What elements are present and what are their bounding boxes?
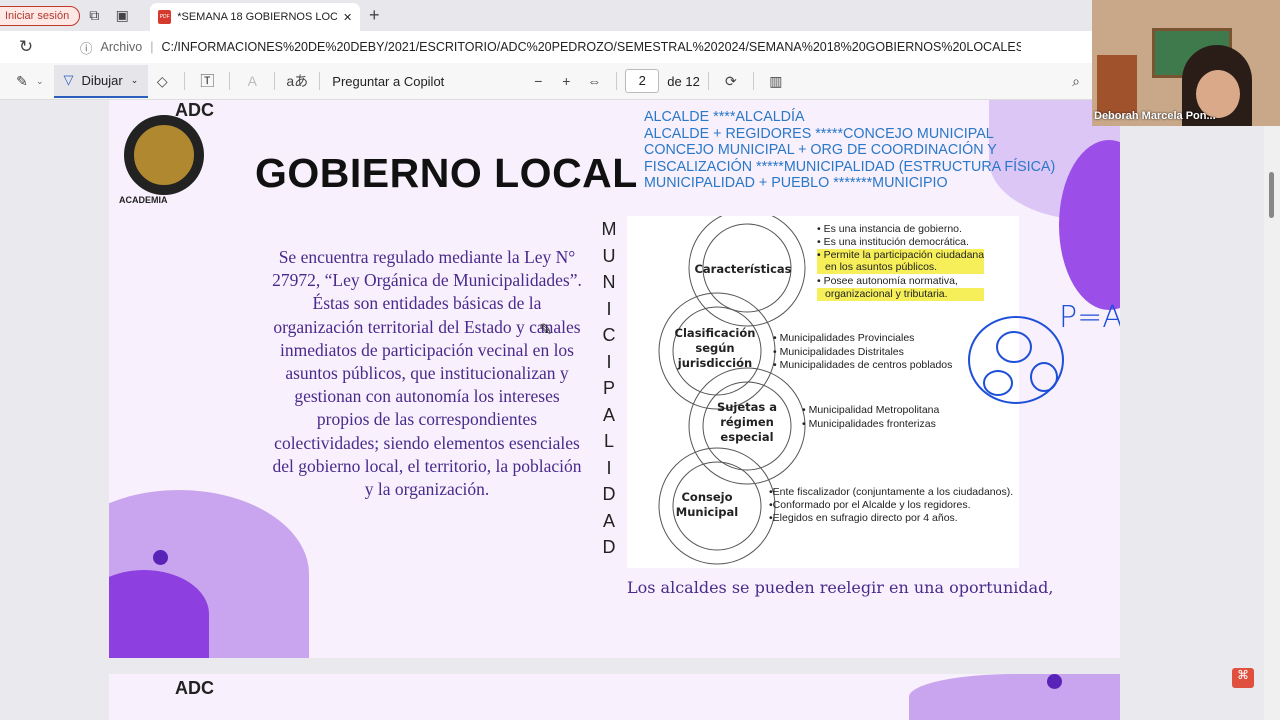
list-item: •Ente fiscalizador (conjuntamente a los …: [769, 486, 1014, 498]
label-caracteristicas: Características: [694, 262, 792, 276]
tab-active[interactable]: PDF *SEMANA 18 GOBIERNOS LOCALES ✕: [150, 3, 361, 31]
list-item: • Es una instancia de gobierno.: [817, 223, 962, 235]
vertical-letter: A: [602, 404, 615, 425]
vertical-letter: P: [602, 378, 615, 398]
list-item: • Municipalidades Distritales: [773, 345, 904, 358]
logo-text: ADC: [175, 100, 214, 120]
vertical-letter: D: [602, 484, 616, 504]
eraser-icon[interactable]: ◇: [148, 73, 176, 90]
pdf-page-next: ADC: [109, 674, 1120, 720]
list-item: • Permite la participación ciudadana: [817, 248, 985, 262]
list-item: • Municipalidades fronterizas: [802, 417, 936, 430]
list-item: en los asuntos públicos.: [817, 261, 985, 275]
chevron-down-icon[interactable]: ⌄: [36, 76, 44, 87]
draw-label: Dibujar: [81, 72, 123, 88]
tab-bar: Iniciar sesión ⧉ ▣ PDF *SEMANA 18 GOBIER…: [0, 0, 1280, 31]
url-text: C:/INFORMACIONES%20DE%20DEBY/2021/ESCRIT…: [161, 40, 1022, 54]
list-item: • Posee autonomía normativa,: [817, 275, 958, 288]
vertical-letter: M: [601, 219, 617, 239]
draw-icon: ▽: [63, 72, 74, 87]
scrollbar[interactable]: [1264, 100, 1280, 720]
vertical-word: MUNICIPALIDAD: [599, 216, 619, 561]
pdf-page: ADC ACADEMIA GOBIERNO LOCAL ALCALDE ****…: [109, 100, 1120, 658]
note-line: ALCALDE ****ALCALDÍA: [644, 109, 805, 125]
footer-text: Los alcaldes se pueden reelegir en una o…: [627, 578, 1054, 597]
fit-width-icon[interactable]: ⇔: [580, 73, 608, 89]
label-consejo: Consejo Municipal: [675, 490, 739, 519]
vertical-letter: D: [602, 537, 616, 557]
page-number-input[interactable]: 2: [625, 69, 660, 93]
list-item: • Municipalidades Provinciales: [773, 332, 915, 344]
list-item: •Conformado por el Alcalde y los regidor…: [769, 498, 971, 511]
collections-icon[interactable]: ⧉: [80, 7, 108, 24]
label-regimen: Sujetas a régimen especial: [716, 400, 778, 444]
address-prefix: Archivo: [100, 40, 143, 54]
translate-icon[interactable]: aあ: [283, 71, 311, 91]
ink-annotation: P=A: [1059, 300, 1120, 335]
vertical-letter: I: [606, 457, 612, 478]
list-regimen: • Municipalidad Metropolitana • Municipa…: [802, 404, 939, 431]
pdf-icon: PDF: [158, 10, 172, 24]
logo-sub: ACADEMIA: [119, 195, 168, 205]
vertical-letter: N: [602, 272, 616, 292]
tab-title: *SEMANA 18 GOBIERNOS LOCALES: [177, 11, 337, 23]
list-clasificacion: • Municipalidades Provinciales • Municip…: [773, 332, 952, 373]
vertical-letter: U: [602, 245, 616, 266]
copilot-button[interactable]: Preguntar a Copilot: [332, 74, 444, 89]
highlight-icon[interactable]: ✎: [8, 73, 36, 90]
search-icon[interactable]: ⌕: [1062, 73, 1090, 90]
zoom-out-icon[interactable]: −: [524, 73, 552, 89]
webcam-overlay: Deborah Marcela Pon...: [1092, 0, 1280, 126]
refresh-icon[interactable]: ↻: [12, 37, 40, 57]
vertical-letter: C: [602, 325, 616, 345]
list-consejo: •Ente fiscalizador (conjuntamente a los …: [769, 486, 1013, 524]
vertical-letter: L: [603, 431, 614, 451]
page-title: GOBIERNO LOCAL: [255, 150, 638, 196]
list-item: organizacional y tributaria.: [817, 287, 985, 301]
note-line: FISCALIZACIÓN *****MUNICIPALIDAD (ESTRUC…: [644, 158, 1056, 175]
draw-button[interactable]: ▽ Dibujar ⌄: [53, 64, 149, 98]
text-icon[interactable]: 🅃: [193, 71, 221, 91]
acrobat-icon[interactable]: ⌘: [1232, 668, 1254, 688]
chevron-down-icon: ⌄: [130, 74, 139, 85]
typed-notes: ALCALDE ****ALCALDÍA ALCALDE + REGIDORES…: [644, 109, 1055, 192]
list-caracteristicas: • Es una instancia de gobierno. • Es una…: [817, 223, 985, 301]
logo: ADC ACADEMIA: [119, 100, 214, 220]
address-bar: ↻ ⓘ Archivo | C:/INFORMACIONES%20DE%20DE…: [0, 31, 1280, 63]
page-view-icon[interactable]: ▥: [762, 73, 790, 90]
municipality-diagram: Características Clasificación según juri…: [627, 216, 1019, 568]
participant-name: Deborah Marcela Pon...: [1094, 110, 1216, 122]
list-item: • Es una institución democrática.: [817, 235, 969, 248]
zoom-in-icon[interactable]: +: [552, 73, 580, 89]
note-line: MUNICIPALIDAD + PUEBLO *******MUNICIPIO: [644, 175, 948, 192]
list-item: • Municipalidad Metropolitana: [802, 404, 940, 416]
close-tab-icon[interactable]: ✕: [343, 11, 352, 24]
new-tab-icon[interactable]: +: [360, 5, 388, 26]
label-clasificacion: Clasificación según jurisdicción: [674, 326, 756, 370]
scroll-thumb[interactable]: [1269, 172, 1274, 218]
vertical-letter: A: [602, 510, 615, 531]
list-item: •Elegidos en sufragio directo por 4 años…: [769, 511, 958, 524]
pdf-toolbar: ✎ ⌄ ▽ Dibujar ⌄ ◇ 🅃 A aあ Preguntar a Cop…: [0, 63, 1280, 100]
vertical-letter: I: [606, 351, 612, 372]
vertical-letter: I: [606, 298, 612, 319]
rotate-icon[interactable]: ⟳: [717, 73, 745, 90]
logo-text: ADC: [175, 678, 214, 698]
signin-button[interactable]: Iniciar sesión: [0, 5, 81, 26]
list-item: • Municipalidades de centros poblados: [773, 359, 953, 372]
read-aloud-icon[interactable]: A: [238, 73, 266, 89]
url-field[interactable]: ⓘ Archivo | C:/INFORMACIONES%20DE%20DEBY…: [80, 38, 1224, 57]
body-text: Se encuentra regulado mediante la Ley N°…: [272, 247, 582, 500]
page-total: de 12: [667, 73, 700, 89]
tab-actions-icon[interactable]: ▣: [108, 7, 136, 24]
info-icon: ⓘ: [80, 41, 93, 56]
note-line: CONCEJO MUNICIPAL + ORG DE COORDINACIÓN …: [644, 142, 997, 159]
edit-cursor-icon: ✎: [539, 322, 553, 339]
note-line: ALCALDE + REGIDORES *****CONCEJO MUNICIP…: [644, 125, 994, 142]
